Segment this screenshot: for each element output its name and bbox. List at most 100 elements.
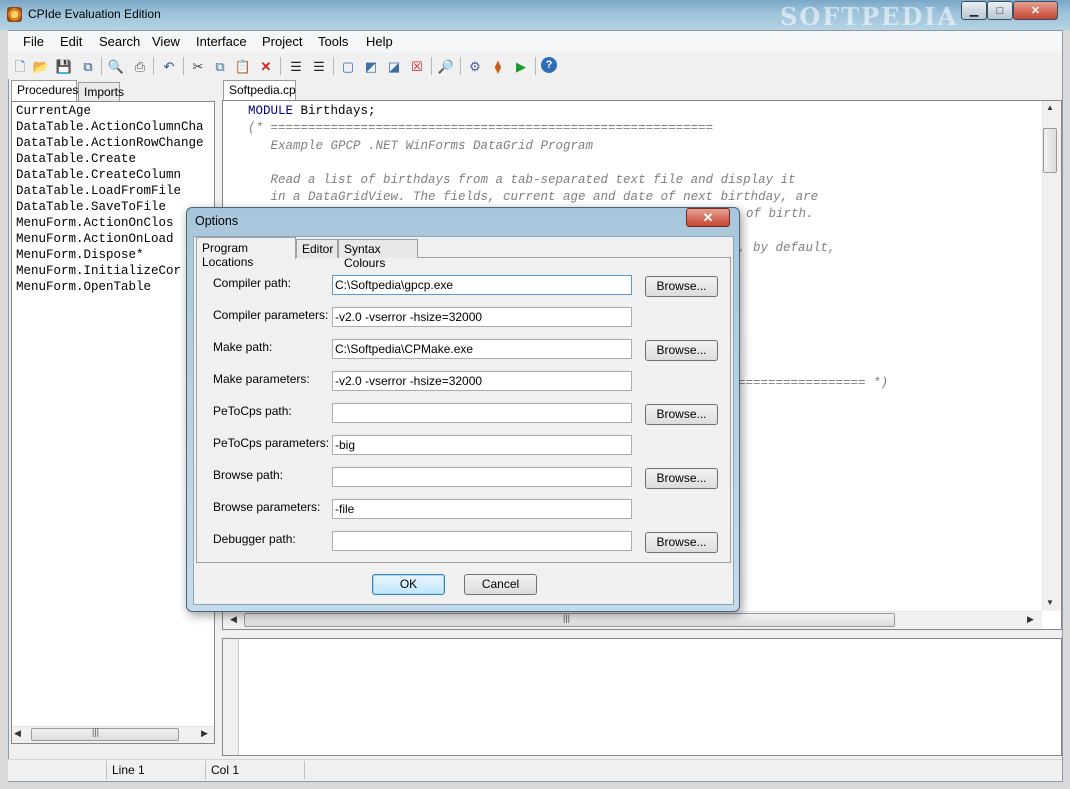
list-item[interactable]: DataTable.SaveToFile (16, 200, 214, 214)
petocps-path-input[interactable] (332, 403, 632, 423)
tab-syntax-colours[interactable]: Syntax Colours (338, 239, 418, 270)
petocps-path-label: PeToCps path: (213, 404, 292, 418)
cancel-button[interactable]: Cancel (464, 574, 537, 595)
menu-view[interactable]: View (152, 34, 180, 49)
watermark: SOFTPEDIA (780, 2, 959, 31)
menu-file[interactable]: File (23, 34, 44, 49)
browse-path-input[interactable] (332, 467, 632, 487)
print-icon[interactable]: ⎙ (131, 57, 149, 75)
comment-icon[interactable]: ◩ (362, 57, 380, 75)
tab-editor[interactable]: Editor (296, 239, 338, 258)
scroll-down-icon[interactable]: ▼ (1046, 598, 1054, 607)
scrollbar-thumb[interactable] (31, 728, 179, 741)
build-icon[interactable]: ⚙ (466, 57, 484, 75)
status-separator (106, 761, 107, 779)
copy-icon[interactable]: ⧉ (211, 57, 229, 75)
scroll-left-icon[interactable]: ◀ (230, 614, 237, 625)
menu-project[interactable]: Project (262, 34, 302, 49)
save-icon[interactable]: 💾 (55, 57, 73, 75)
menu-interface[interactable]: Interface (196, 34, 247, 49)
tab-softpedia-cp[interactable]: Softpedia.cp (223, 80, 296, 101)
comment-alt-icon[interactable]: ◪ (385, 57, 403, 75)
scroll-right-icon[interactable]: ▶ (1027, 614, 1034, 625)
scroll-left-icon[interactable]: ◀ (14, 728, 21, 739)
list-item[interactable]: CurrentAge (16, 104, 214, 118)
list-item[interactable]: DataTable.LoadFromFile (16, 184, 214, 198)
list-item[interactable]: MenuForm.Dispose* (16, 248, 214, 262)
scroll-up-icon[interactable]: ▲ (1046, 103, 1054, 112)
keyword: MODULE (248, 104, 294, 118)
new-file-icon[interactable]: 🗋 (11, 57, 29, 75)
clear-icon[interactable]: ☒ (408, 57, 426, 75)
browse-parameters-label: Browse parameters: (213, 500, 321, 514)
toolbar-separator (280, 57, 281, 75)
grip-icon: ||| (563, 613, 571, 623)
debugger-path-label: Debugger path: (213, 532, 296, 546)
list-item[interactable]: MenuForm.OpenTable (16, 280, 214, 294)
window-title: CPIde Evaluation Edition (28, 7, 161, 21)
find-icon[interactable]: 🔎 (437, 57, 455, 75)
outdent-icon[interactable]: ☰ (310, 57, 328, 75)
tab-imports[interactable]: Imports (78, 82, 124, 101)
make-parameters-input[interactable]: -v2.0 -vserror -hsize=32000 (332, 371, 632, 391)
scroll-right-icon[interactable]: ▶ (201, 728, 208, 739)
dialog-close-icon[interactable]: ✕ (686, 208, 730, 227)
list-item[interactable]: DataTable.Create (16, 152, 214, 166)
delete-icon[interactable]: ✕ (257, 57, 275, 75)
debugger-path-browse-button[interactable]: Browse... (645, 532, 718, 553)
debugger-path-input[interactable] (332, 531, 632, 551)
compiler-parameters-input[interactable]: -v2.0 -vserror -hsize=32000 (332, 307, 632, 327)
minimize-button[interactable]: ▁ (961, 1, 987, 20)
make-path-browse-button[interactable]: Browse... (645, 340, 718, 361)
menu-edit[interactable]: Edit (60, 34, 82, 49)
status-bar (8, 759, 1062, 781)
browse-path-browse-button[interactable]: Browse... (645, 468, 718, 489)
undo-icon[interactable]: ↶ (160, 57, 178, 75)
menu-tools[interactable]: Tools (318, 34, 348, 49)
code-line-partial: , by default, (738, 241, 836, 255)
tab-program-locations[interactable]: Program Locations (196, 237, 296, 269)
tab-procedures[interactable]: Procedures (11, 80, 78, 101)
help-icon[interactable]: ? (541, 57, 557, 73)
list-item[interactable]: MenuForm.ActionOnClos (16, 216, 214, 230)
indent-icon[interactable]: ☰ (287, 57, 305, 75)
compiler-path-input[interactable]: C:\Softpedia\gpcp.exe (332, 275, 632, 295)
status-separator (205, 761, 206, 779)
app-icon (7, 7, 22, 22)
petocps-parameters-input[interactable]: -big (332, 435, 632, 455)
petocps-path-browse-button[interactable]: Browse... (645, 404, 718, 425)
code-line-partial: ================= *) (738, 376, 889, 390)
run-icon[interactable]: ▶ (512, 57, 530, 75)
compiler-parameters-label: Compiler parameters: (213, 308, 329, 322)
editor-vertical-scrollbar[interactable] (1042, 101, 1061, 611)
compiler-path-label: Compiler path: (213, 276, 292, 290)
code-line: in a DataGridView. The fields, current a… (248, 190, 819, 204)
make-icon[interactable]: ⧫ (489, 57, 507, 75)
window-icon[interactable]: ▢ (339, 57, 357, 75)
list-item[interactable]: MenuForm.ActionOnLoad (16, 232, 214, 246)
list-item[interactable]: DataTable.CreateColumn (16, 168, 214, 182)
maximize-button[interactable]: □ (987, 1, 1013, 20)
toolbar-separator (153, 57, 154, 75)
scrollbar-thumb[interactable] (1043, 128, 1057, 173)
compiler-path-browse-button[interactable]: Browse... (645, 276, 718, 297)
menu-search[interactable]: Search (99, 34, 140, 49)
output-pane[interactable] (222, 638, 1062, 756)
print-preview-icon[interactable]: 🔍 (107, 57, 125, 75)
toolbar-separator (535, 57, 536, 75)
menu-help[interactable]: Help (366, 34, 393, 49)
toolbar-separator (183, 57, 184, 75)
cut-icon[interactable]: ✂ (189, 57, 207, 75)
ok-button[interactable]: OK (372, 574, 445, 595)
list-item[interactable]: MenuForm.InitializeCor (16, 264, 214, 278)
paste-icon[interactable]: 📋 (234, 57, 252, 75)
make-path-input[interactable]: C:\Softpedia\CPMake.exe (332, 339, 632, 359)
save-all-icon[interactable]: ⧉ (79, 57, 97, 75)
list-item[interactable]: DataTable.ActionColumnCha (16, 120, 214, 134)
browse-parameters-input[interactable]: -file (332, 499, 632, 519)
list-item[interactable]: DataTable.ActionRowChange (16, 136, 214, 150)
toolbar-separator (333, 57, 334, 75)
close-button[interactable]: ✕ (1013, 1, 1058, 20)
toolbar-separator (431, 57, 432, 75)
open-folder-icon[interactable]: 📂 (32, 57, 50, 75)
